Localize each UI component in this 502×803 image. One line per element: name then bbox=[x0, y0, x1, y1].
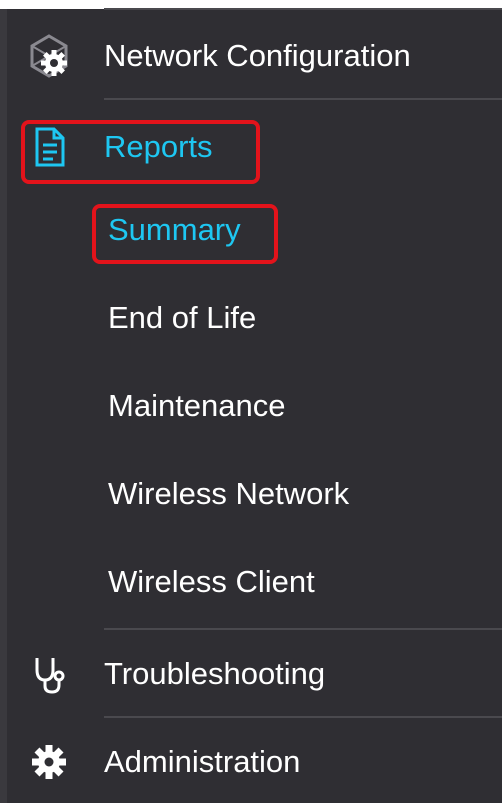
nav-item-label: Reports bbox=[104, 129, 213, 164]
nav-subitem-label: Wireless Network bbox=[108, 476, 350, 511]
nav-item-network-configuration[interactable]: Network Configuration bbox=[0, 26, 502, 86]
gear-icon bbox=[26, 739, 72, 785]
nav-item-label: Troubleshooting bbox=[104, 656, 326, 691]
nav-subitem-label: Wireless Client bbox=[108, 564, 315, 599]
nav-subitem-maintenance[interactable]: Maintenance bbox=[0, 376, 502, 436]
nav-item-administration[interactable]: Administration bbox=[0, 732, 502, 792]
nav-subitem-label: End of Life bbox=[108, 300, 257, 335]
nav-subitem-end-of-life[interactable]: End of Life bbox=[0, 288, 502, 348]
divider bbox=[104, 628, 502, 630]
divider bbox=[104, 98, 502, 100]
nav-item-reports[interactable]: Reports bbox=[0, 117, 502, 177]
nav-subitem-wireless-network[interactable]: Wireless Network bbox=[0, 464, 502, 524]
divider bbox=[104, 716, 502, 718]
nav-item-label: Network Configuration bbox=[104, 38, 411, 73]
top-divider bbox=[0, 0, 502, 10]
sidebar-nav: Network Configuration Reports Summary En… bbox=[0, 0, 502, 803]
nav-item-label: Administration bbox=[104, 744, 301, 779]
network-gear-icon bbox=[26, 33, 72, 79]
nav-subitem-label: Maintenance bbox=[108, 388, 286, 423]
nav-item-troubleshooting[interactable]: Troubleshooting bbox=[0, 644, 502, 704]
nav-subitem-summary[interactable]: Summary bbox=[0, 200, 502, 260]
report-document-icon bbox=[26, 124, 72, 170]
nav-subitem-wireless-client[interactable]: Wireless Client bbox=[0, 552, 502, 612]
stethoscope-icon bbox=[26, 651, 72, 697]
nav-subitem-label: Summary bbox=[108, 212, 241, 247]
